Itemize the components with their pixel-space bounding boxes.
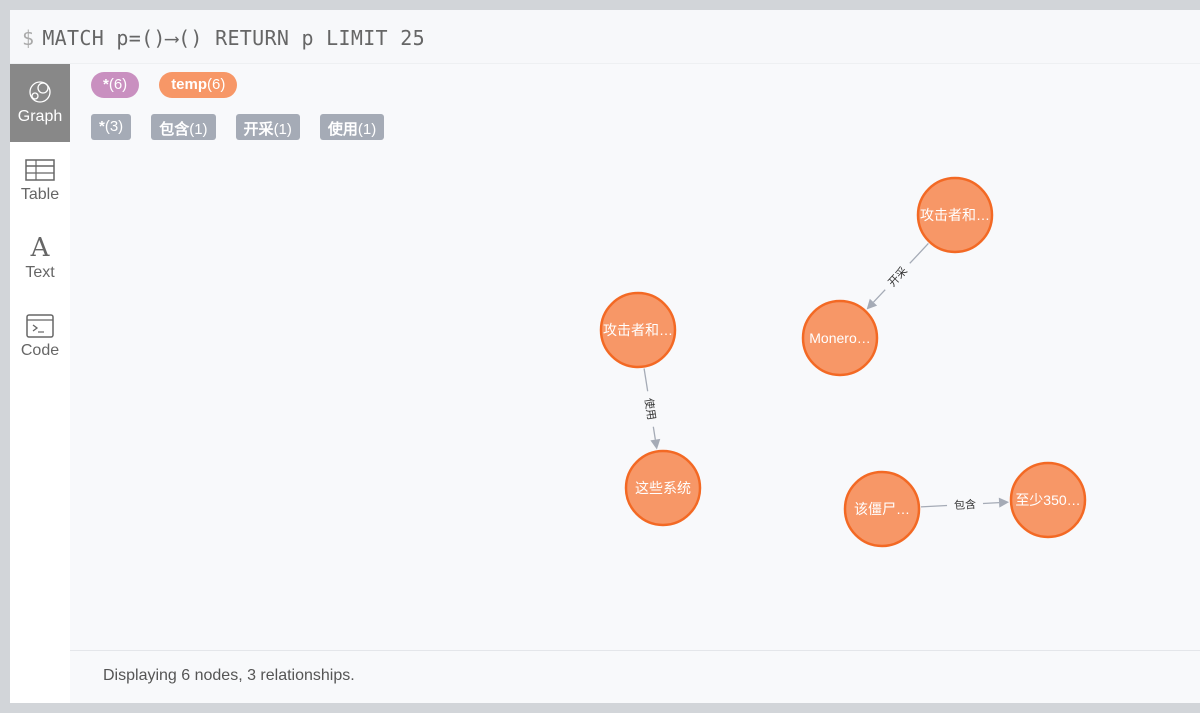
- status-footer: Displaying 6 nodes, 3 relationships.: [70, 650, 1200, 703]
- graph-node[interactable]: 该僵尸…: [843, 470, 921, 548]
- graph-node[interactable]: 攻击者和…: [916, 176, 994, 254]
- graph-view: 开采使用包含 攻击者和… Monero… 攻击者和… 这些系统该僵尸… 至少350… *(…: [70, 64, 1200, 703]
- relationship-label: 开采: [886, 264, 911, 289]
- node-caption: 至少350…: [1015, 492, 1080, 508]
- arrow-head: [998, 497, 1010, 508]
- relationship-edge[interactable]: 开采: [866, 243, 929, 310]
- graph-icon: [10, 76, 70, 108]
- text-icon: A: [30, 233, 50, 263]
- graph-node[interactable]: 这些系统: [624, 449, 702, 527]
- relationship-label: 使用: [642, 397, 658, 421]
- relationship-edge[interactable]: 使用: [642, 368, 661, 450]
- node-caption: 攻击者和…: [920, 207, 990, 223]
- view-sidebar: Graph Table A Text Code: [10, 64, 70, 703]
- sidebar-item-table[interactable]: Table: [10, 142, 70, 220]
- rel-pill-all[interactable]: *(3): [91, 114, 132, 140]
- relationship-label: 包含: [954, 497, 977, 512]
- sidebar-item-label: Table: [20, 186, 60, 203]
- sidebar-item-code[interactable]: Code: [10, 298, 70, 376]
- node-caption: Monero…: [809, 330, 870, 346]
- code-icon: [10, 310, 70, 342]
- rel-pill-use[interactable]: 使用(1): [319, 114, 385, 140]
- graph-node[interactable]: Monero…: [801, 299, 879, 377]
- node-caption: 这些系统: [635, 480, 691, 496]
- label-pill-temp[interactable]: temp(6): [159, 72, 238, 98]
- sidebar-item-label: Text: [25, 264, 55, 281]
- arrow-head: [650, 438, 661, 450]
- node-caption: 攻击者和…: [603, 322, 673, 338]
- query-editor[interactable]: $ MATCH p=()⟶() RETURN p LIMIT 25: [10, 10, 1200, 64]
- sidebar-item-text[interactable]: A Text: [10, 220, 70, 298]
- table-icon: [10, 154, 70, 186]
- relationship-edge[interactable]: 包含: [920, 497, 1010, 512]
- rel-pill-mine[interactable]: 开采(1): [235, 114, 300, 140]
- result-frame: $ MATCH p=()⟶() RETURN p LIMIT 25 Graph T…: [10, 10, 1200, 703]
- label-pill-all[interactable]: *(6): [91, 72, 140, 98]
- sidebar-item-label: Graph: [17, 108, 63, 125]
- prompt-symbol: $: [22, 26, 35, 50]
- sidebar-item-label: Code: [20, 342, 60, 359]
- graph-node[interactable]: 攻击者和…: [599, 291, 677, 369]
- rel-pill-contains[interactable]: 包含(1): [151, 114, 216, 140]
- node-caption: 该僵尸…: [854, 501, 910, 517]
- sidebar-item-graph[interactable]: Graph: [10, 64, 70, 142]
- legend: *(6) temp(6) *(3) 包含(1) 开采(1) 使用(1): [91, 72, 385, 156]
- graph-node[interactable]: 至少350…: [1009, 461, 1087, 539]
- query-text: MATCH p=()⟶() RETURN p LIMIT 25: [42, 26, 425, 50]
